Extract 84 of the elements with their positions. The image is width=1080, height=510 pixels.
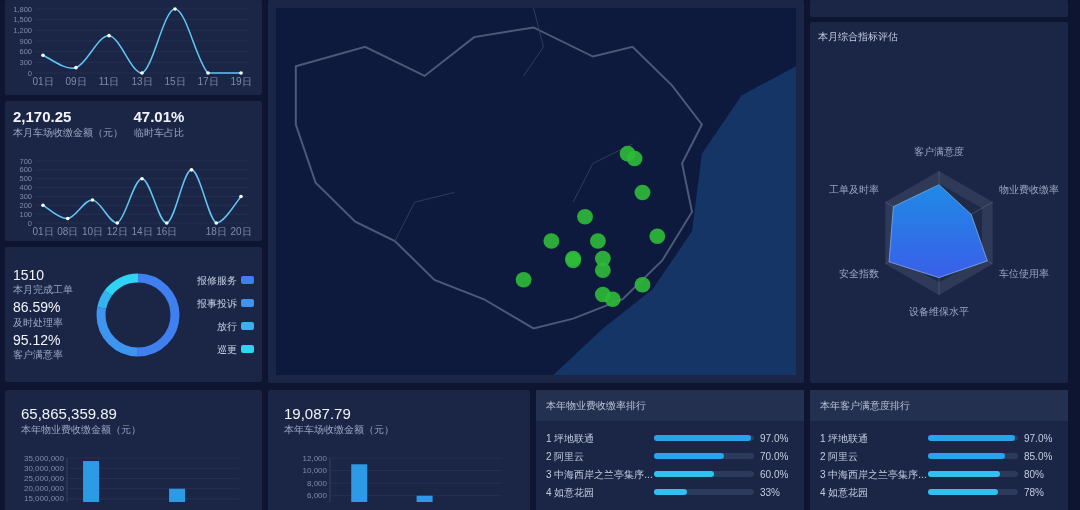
axis-tick-label: 17日: [197, 76, 219, 87]
legend-label: 巡更: [217, 342, 237, 357]
legend-label: 放行: [217, 319, 237, 334]
data-point: [41, 53, 45, 57]
data-point: [65, 216, 70, 221]
axis-label: 车位使用率: [998, 268, 1049, 279]
axis-tick-label: 30,000,000: [23, 463, 64, 473]
data-point: [239, 194, 243, 199]
ranking-value: 97.0%: [1024, 431, 1054, 446]
axis-label: 设备维保水平: [909, 306, 969, 317]
data-point: [206, 71, 210, 75]
ranking-name: 2 阿里云: [820, 449, 860, 464]
data-point: [214, 221, 219, 225]
axis-label: 工单及时率: [829, 184, 880, 195]
axis-tick-label: 08日: [57, 226, 79, 237]
ranking-value: 33%: [760, 485, 781, 500]
axis-tick-label: 25,000,000: [23, 473, 64, 483]
axis-label: 客户满意度: [914, 146, 964, 157]
data-point: [140, 71, 144, 75]
axis-tick-label: 35,000,000: [23, 453, 64, 462]
ranking-value: 80%: [1024, 467, 1045, 482]
stat-value: 19,087.79: [284, 406, 352, 423]
bar: [416, 495, 433, 502]
stat-value: 65,865,359.89: [21, 406, 118, 423]
stat-label: 本月车场收缴金额（元）: [13, 125, 124, 139]
stat-label: 本年物业费收缴金额（元）: [21, 422, 142, 436]
data-point: [107, 33, 111, 38]
data-point: [189, 168, 194, 172]
axis-tick-label: 01日: [32, 76, 54, 87]
axis-tick-label: 01日: [32, 226, 54, 237]
stat-value: 47.01%: [133, 109, 186, 126]
stat-value: 95.12%: [13, 332, 62, 349]
legend-label: 报事投诉: [197, 296, 237, 311]
legend-label: 报修服务: [197, 273, 237, 288]
data-point: [74, 65, 78, 70]
axis-tick-label: 15,000,000: [23, 493, 64, 502]
axis-tick-label: 14日: [131, 226, 153, 237]
axis-label: 物业费收缴率: [998, 184, 1059, 195]
axis-tick-label: 20日: [230, 226, 252, 237]
stat-value: 86.59%: [13, 300, 62, 316]
ranking-name: 2 阿里云: [546, 449, 586, 464]
axis-tick-label: 19日: [230, 76, 252, 87]
ranking-value: 85.0%: [1024, 449, 1054, 464]
stat-value: 1510: [13, 267, 46, 284]
panel-title: 本月综合指标评估: [818, 30, 899, 43]
stat-label: 及时处理率: [13, 315, 64, 329]
ranking-value: 60.0%: [760, 467, 790, 482]
axis-tick-label: 10日: [81, 226, 104, 237]
stat-value: 2,170.25: [13, 109, 73, 126]
ranking-value: 78%: [1024, 485, 1045, 500]
panel-title: 本年客户满意度排行: [810, 390, 1068, 421]
stat-label: 客户满意率: [13, 348, 64, 362]
data-point: [41, 203, 45, 208]
data-point: [140, 176, 144, 181]
axis-tick-label: 6,000: [306, 490, 327, 500]
axis-tick-label: 10,000: [302, 465, 327, 475]
data-point: [115, 221, 120, 225]
ranking-name: 4 如意花园: [546, 485, 596, 500]
ranking-name: 4 如意花园: [820, 485, 870, 500]
data-point: [239, 71, 243, 75]
axis-tick-label: 12日: [106, 226, 128, 237]
ranking-name: 1 坪地联通: [546, 431, 596, 446]
bar: [83, 460, 100, 502]
ranking-name: 1 坪地联通: [820, 431, 870, 446]
axis-tick-label: 09日: [65, 76, 87, 87]
stat-label: 临时车占比: [133, 125, 185, 139]
stat-label: 本年车场收缴金额（元）: [284, 422, 395, 436]
axis-tick-label: 15日: [164, 76, 186, 87]
ranking-value: 97.0%: [760, 431, 790, 446]
ranking-value: 70.0%: [760, 449, 790, 464]
bar: [351, 463, 368, 502]
axis-tick-label: 16日: [156, 226, 178, 237]
data-point: [90, 198, 95, 202]
axis-tick-label: 8,000: [306, 478, 327, 488]
axis-tick-label: 12,000: [302, 453, 327, 462]
stat-label: 本月完成工单: [13, 283, 74, 297]
panel-title: 本年物业费收缴率排行: [536, 390, 804, 421]
data-point: [173, 7, 177, 11]
axis-label: 安全指数: [839, 268, 880, 279]
axis-tick-label: 11日: [98, 76, 120, 87]
data-point: [164, 221, 169, 225]
axis-tick-label: 13日: [131, 76, 153, 87]
axis-tick-label: 18日: [205, 226, 227, 237]
axis-tick-label: 20,000,000: [23, 483, 64, 493]
